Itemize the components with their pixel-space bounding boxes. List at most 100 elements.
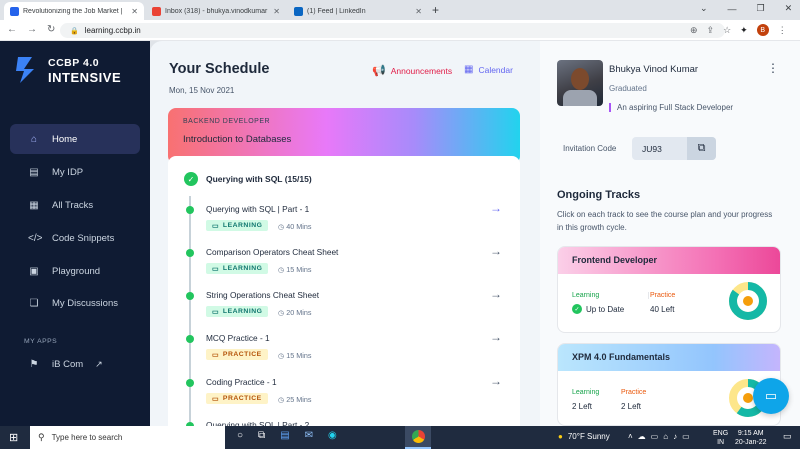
complete-dot-icon	[186, 379, 194, 387]
share-icon[interactable]: ⇪	[707, 25, 715, 36]
topic-item[interactable]: String Operations Cheat Sheet ▭ LEARNING …	[186, 287, 506, 330]
calendar-link[interactable]: ▦ Calendar	[464, 64, 513, 75]
browser-tab-gmail[interactable]: Inbox (318) - bhukya.vinodkumar ✕	[146, 2, 286, 20]
ongoing-tracks-description: Click on each track to see the course pl…	[557, 210, 773, 232]
learning-label: Learning	[572, 389, 600, 396]
topic-title: String Operations Cheat Sheet	[206, 290, 319, 300]
arrow-right-icon[interactable]: →	[490, 374, 502, 388]
new-tab-button[interactable]: +	[432, 3, 439, 17]
topic-item[interactable]: Coding Practice - 1 ▭ PRACTICE ◷ 25 Mins …	[186, 374, 506, 417]
sidebar-item-label: iB Com	[52, 358, 84, 370]
chevron-up-icon[interactable]: ˄	[628, 432, 633, 441]
close-tab-icon[interactable]: ✕	[415, 7, 422, 16]
chat-support-button[interactable]: ▭	[753, 378, 789, 414]
tab-search-icon[interactable]: ⌄	[700, 3, 708, 14]
chrome-taskbar-button[interactable]	[405, 426, 431, 449]
store-icon[interactable]: ▤	[280, 430, 289, 441]
brand-top-text: CCBP 4.0	[48, 57, 100, 69]
profile-tagline: An aspiring Full Stack Developer	[609, 103, 733, 112]
sidebar-item-my-idp[interactable]: ▤ My IDP	[10, 157, 140, 187]
topics-card: ✓ Querying with SQL (15/15) Querying wit…	[168, 156, 520, 436]
task-view-icon[interactable]: ⧉	[258, 430, 265, 441]
close-tab-icon[interactable]: ✕	[131, 7, 138, 16]
bookmark-star-icon[interactable]: ☆	[723, 25, 731, 36]
back-icon[interactable]: ←	[7, 24, 17, 35]
volume-icon[interactable]: ♪	[673, 432, 677, 441]
complete-dot-icon	[186, 206, 194, 214]
sidebar-item-all-tracks[interactable]: ▦ All Tracks	[10, 190, 140, 220]
practice-label: Practice	[648, 292, 676, 299]
announcements-link[interactable]: 📢 Announcements	[372, 64, 452, 77]
browser-toolbar: ← → ↻ 🔒 learning.ccbp.in ⊕ ⇪ ☆ ✦ B ⋮	[0, 20, 800, 41]
clock[interactable]: 9:15 AM 20-Jan-22	[735, 429, 767, 447]
battery-icon[interactable]: ▭	[682, 432, 690, 441]
profile-menu-icon[interactable]: ⋮	[767, 61, 779, 75]
linkedin-favicon-icon	[294, 6, 303, 16]
forward-icon[interactable]: →	[27, 24, 37, 35]
announcements-label: Announcements	[390, 65, 453, 76]
duration-value: 20 Mins	[286, 308, 312, 317]
sidebar-item-home[interactable]: ⌂ Home	[10, 124, 140, 154]
code-icon: </>	[28, 232, 43, 244]
edge-icon[interactable]: ◉	[328, 430, 337, 441]
sidebar-item-ib-com[interactable]: ⚑ iB Com ↗	[10, 349, 140, 379]
track-card[interactable]: XPM 4.0 Fundamentals Learning 2 Left Pra…	[557, 343, 781, 426]
arrow-right-icon[interactable]: →	[490, 330, 502, 344]
tracks-icon: ▦	[29, 199, 39, 211]
megaphone-icon: 📢	[372, 65, 386, 77]
onedrive-icon[interactable]: ☁	[638, 432, 646, 441]
close-tab-icon[interactable]: ✕	[273, 7, 280, 16]
duration: ◷ 20 Mins	[278, 308, 312, 317]
network-icon[interactable]: ⌂	[663, 432, 668, 441]
zoom-icon[interactable]: ⊕	[690, 25, 698, 36]
mail-icon[interactable]: ✉	[305, 430, 313, 441]
arrow-right-icon[interactable]: →	[490, 244, 502, 258]
weather-widget[interactable]: ● 70°F Sunny	[558, 432, 610, 441]
language-indicator[interactable]: ENG IN	[713, 429, 728, 447]
sidebar-item-my-discussions[interactable]: ❏ My Discussions	[10, 288, 140, 318]
chat-bubble-icon: ▭	[764, 388, 778, 403]
profile-avatar[interactable]	[557, 60, 603, 106]
book-icon: ▭	[212, 222, 219, 230]
duration-value: 25 Mins	[286, 395, 312, 404]
notifications-icon[interactable]: ▭	[783, 431, 792, 442]
sidebar-item-code-snippets[interactable]: </> Code Snippets	[10, 223, 140, 253]
ccbp-logo-icon	[16, 57, 34, 83]
topic-item[interactable]: Querying with SQL | Part - 1 ▭ LEARNING ◷…	[186, 201, 506, 244]
reload-icon[interactable]: ↻	[47, 24, 55, 35]
page-title: Your Schedule	[169, 61, 270, 77]
taskbar-search-box[interactable]: ⚲ Type here to search	[30, 426, 225, 449]
check-circle-icon: ✓	[572, 304, 582, 314]
sidebar-item-playground[interactable]: ▣ Playground	[10, 256, 140, 286]
browser-tab-ccbp[interactable]: Revolutionizing the Job Market | ✕	[4, 2, 144, 20]
copy-icon[interactable]: ⧉	[687, 137, 716, 160]
extensions-icon[interactable]: ✦	[740, 25, 748, 36]
track-card[interactable]: Frontend Developer Learning ✓ Up to Date…	[557, 246, 781, 333]
profile-avatar-icon[interactable]: B	[756, 24, 769, 36]
learning-badge: ▭ LEARNING	[206, 220, 269, 231]
topic-item[interactable]: Comparison Operators Cheat Sheet ▭ LEARNI…	[186, 244, 506, 287]
arrow-right-icon[interactable]: →	[490, 201, 502, 215]
maximize-icon[interactable]: ❐	[757, 3, 765, 14]
cortana-icon[interactable]: ○	[237, 430, 243, 441]
topic-title: Querying with SQL | Part - 1	[206, 204, 310, 214]
minimize-icon[interactable]: —	[728, 4, 737, 14]
arrow-right-icon[interactable]: →	[490, 287, 502, 301]
windows-start-icon[interactable]: ⊞	[9, 431, 18, 444]
browser-tab-linkedin[interactable]: (1) Feed | LinkedIn ✕	[288, 2, 428, 20]
topic-item[interactable]: MCQ Practice - 1 ▭ PRACTICE ◷ 15 Mins →	[186, 330, 506, 373]
chrome-icon	[411, 430, 425, 443]
invitation-code-label: Invitation Code	[563, 144, 617, 153]
ongoing-tracks-heading: Ongoing Tracks	[557, 189, 641, 201]
progress-ring-icon	[729, 282, 767, 320]
complete-dot-icon	[186, 292, 194, 300]
menu-kebab-icon[interactable]: ⋮	[778, 25, 787, 36]
meet-icon[interactable]: ▭	[651, 432, 659, 441]
close-window-icon[interactable]: ✕	[785, 3, 793, 14]
tab-title: (1) Feed | LinkedIn	[307, 7, 366, 15]
learning-badge: ▭ LEARNING	[206, 263, 269, 274]
topic-group-header[interactable]: ✓ Querying with SQL (15/15)	[184, 172, 312, 186]
address-bar[interactable]: 🔒 learning.ccbp.in	[60, 23, 725, 38]
duration-value: 40 Mins	[286, 222, 312, 231]
sidebar-item-label: Home	[52, 133, 78, 145]
